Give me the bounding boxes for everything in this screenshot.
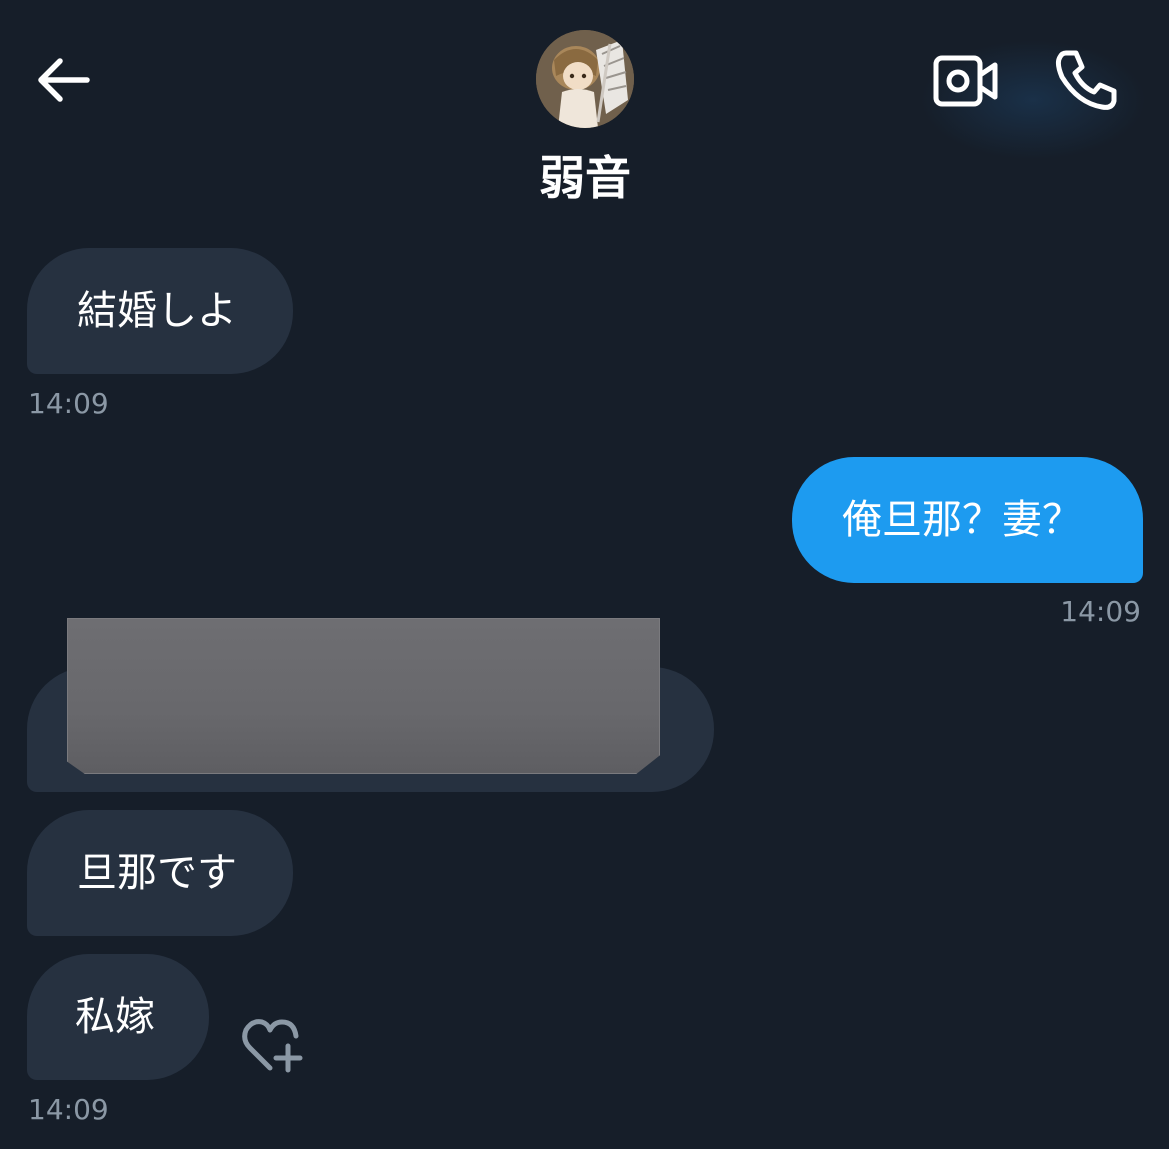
message-timestamp: 14:09 [28, 387, 109, 420]
redaction-overlay [67, 618, 660, 774]
video-camera-icon [933, 55, 998, 107]
message-timestamp: 14:09 [28, 1093, 109, 1126]
phone-icon [1055, 50, 1117, 110]
message-text: 旦那です [77, 850, 237, 896]
avatar[interactable] [536, 30, 634, 128]
message-text: 俺旦那？妻？ [842, 497, 1082, 543]
add-reaction-button[interactable] [232, 1010, 312, 1080]
back-button[interactable] [22, 44, 102, 116]
video-call-button[interactable] [926, 44, 1006, 118]
voice-call-button[interactable] [1046, 40, 1126, 120]
arrow-left-icon [38, 58, 90, 102]
message-timestamp: 14:09 [1060, 595, 1141, 628]
outgoing-message-bubble[interactable]: 俺旦那？妻？ [792, 457, 1143, 583]
contact-name[interactable]: 弱音 [484, 148, 686, 208]
incoming-message-bubble[interactable]: 旦那です [27, 810, 293, 936]
incoming-message-bubble[interactable]: 私嫁 [27, 954, 209, 1080]
message-text: 結婚しよ [77, 288, 237, 334]
message-text: 私嫁 [75, 994, 155, 1040]
heart-plus-icon [242, 1019, 303, 1073]
incoming-message-bubble[interactable]: 結婚しよ [27, 248, 293, 374]
avatar-image [536, 30, 634, 128]
